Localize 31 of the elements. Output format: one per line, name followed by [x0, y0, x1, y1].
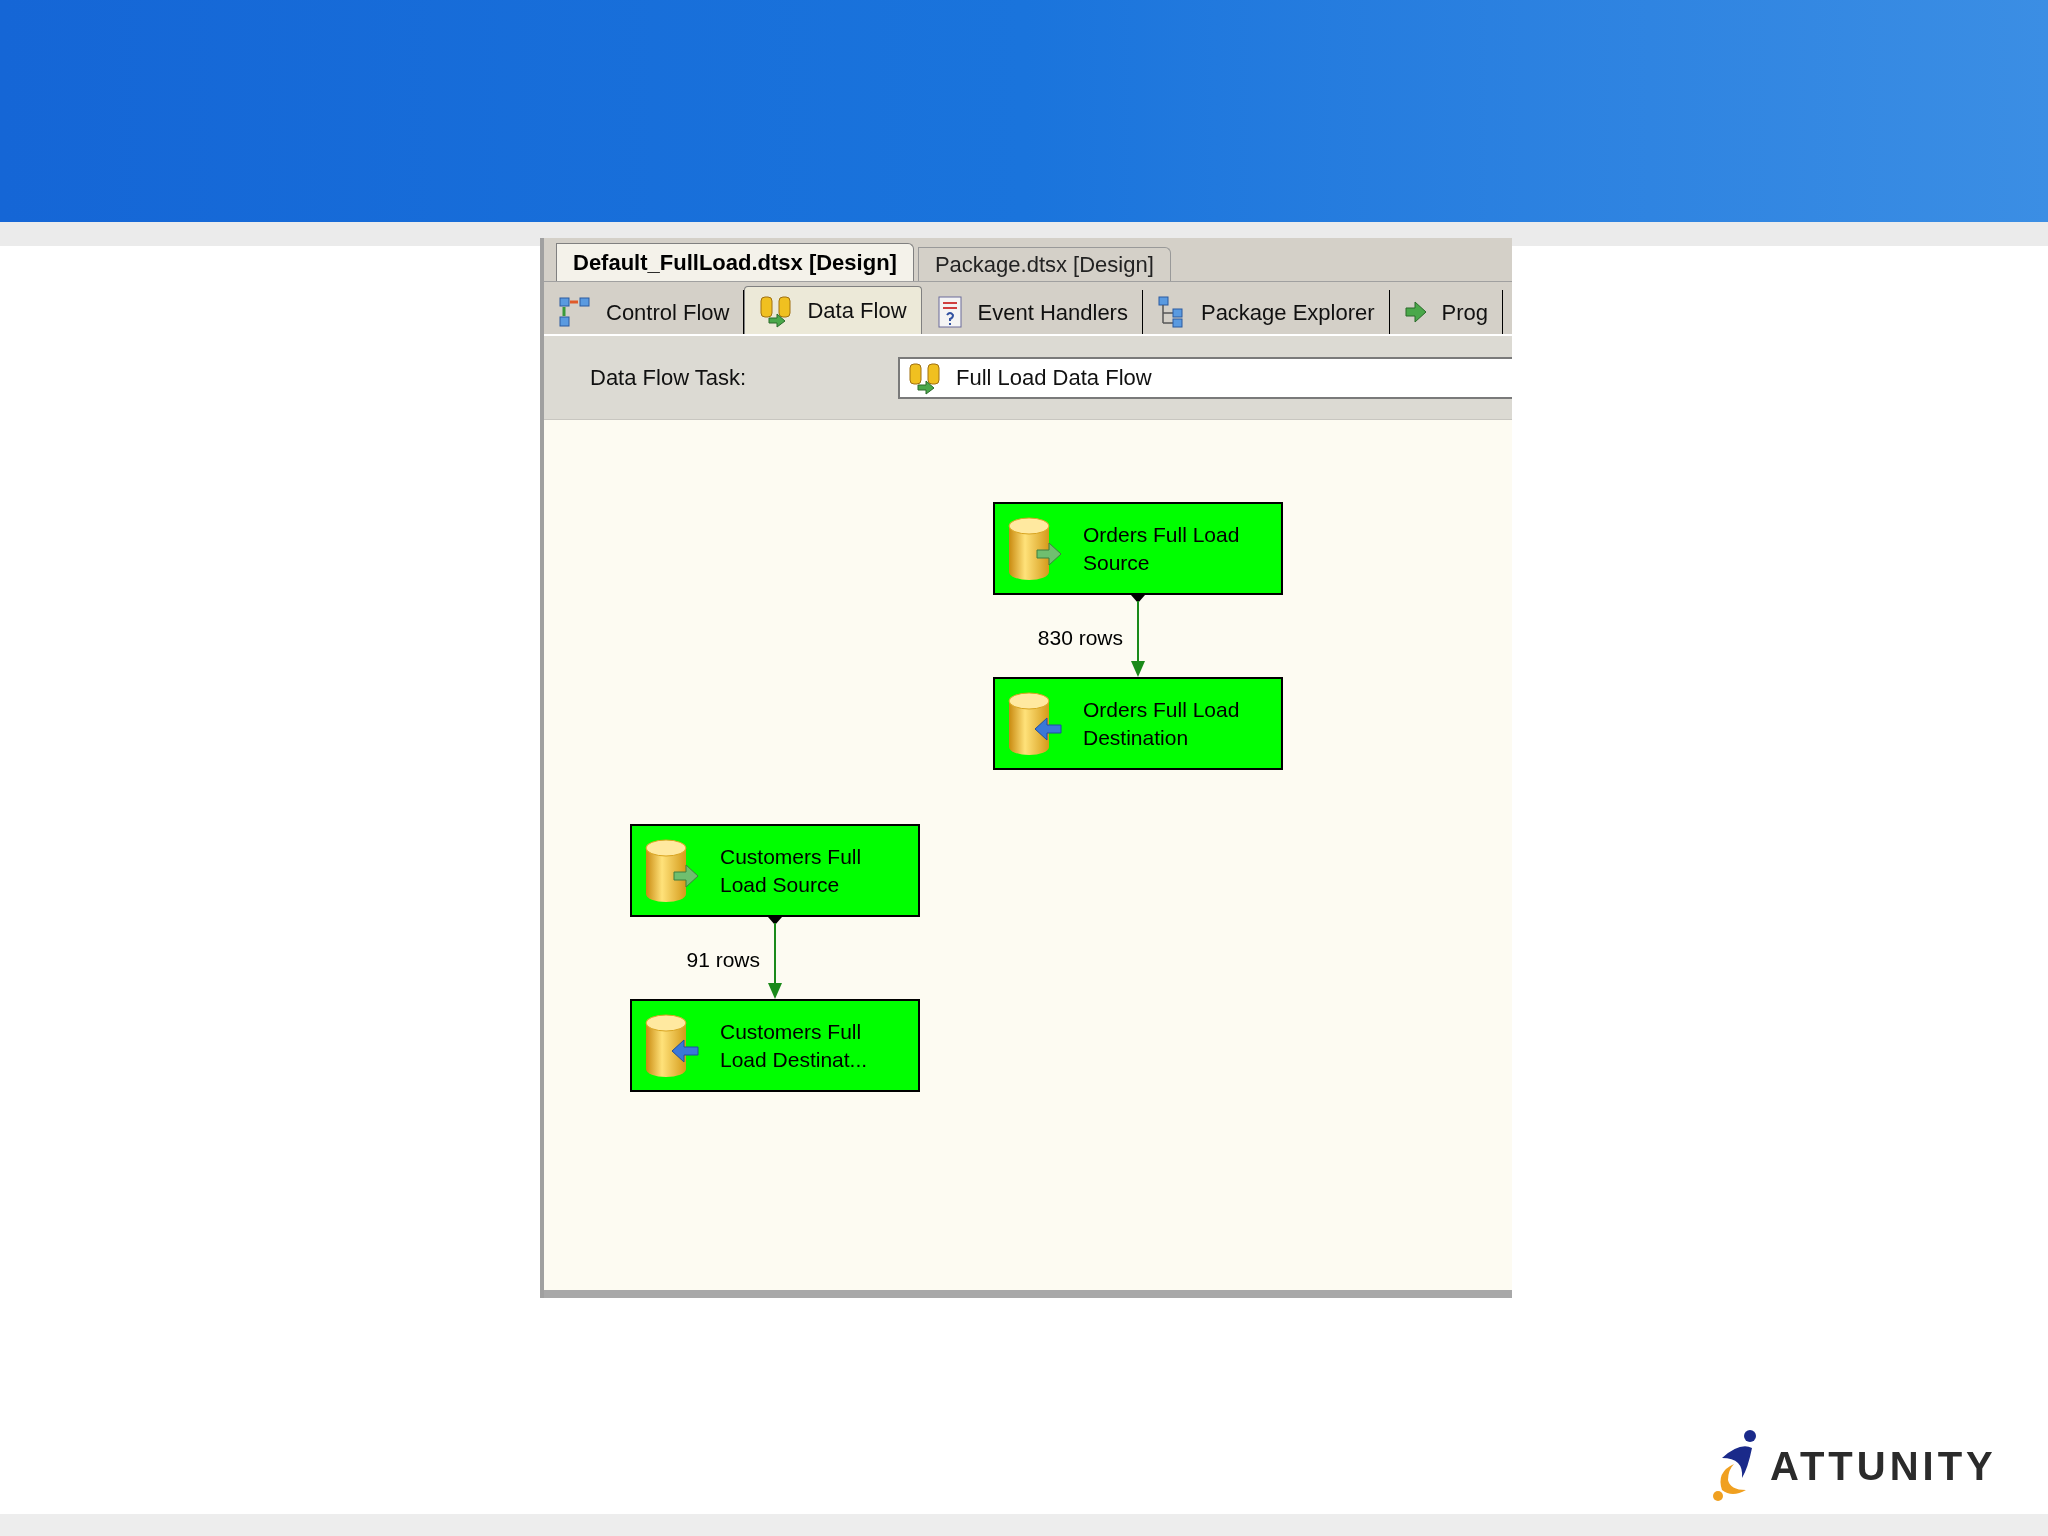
row-count-label: 830 rows [1036, 625, 1123, 651]
destination-component[interactable]: Customers Full Load Destinat... [630, 999, 920, 1092]
component-label: Orders Full Load Destination [1083, 696, 1241, 751]
designer-tab[interactable]: Prog [1389, 290, 1504, 334]
designer-tab[interactable]: Data Flow [744, 286, 922, 334]
document-tab[interactable]: Default_FullLoad.dtsx [Design] [556, 243, 914, 281]
row-count-label: 91 rows [685, 947, 760, 973]
designer-tab[interactable]: Event Handlers [921, 290, 1143, 334]
database-destination-icon [1007, 690, 1063, 757]
destination-component[interactable]: Orders Full Load Destination [993, 677, 1283, 770]
database-destination-icon [644, 1012, 700, 1079]
database-source-icon [644, 837, 700, 904]
component-label: Orders Full Load Source [1083, 521, 1241, 576]
document-tab[interactable]: Package.dtsx [Design] [917, 247, 1171, 281]
task-label: Data Flow Task: [590, 364, 748, 392]
source-component[interactable]: Customers Full Load Source [630, 824, 920, 917]
event-list-icon [935, 295, 964, 329]
task-dropdown[interactable]: Full Load Data Flow [898, 356, 1512, 399]
designer-tab[interactable]: Control Flow [544, 290, 745, 334]
data-path-arrow[interactable] [765, 917, 785, 999]
arrow-icon [1403, 300, 1428, 324]
source-component[interactable]: Orders Full Load Source [993, 502, 1283, 595]
data-flow-icon [759, 293, 794, 328]
database-source-icon [1007, 515, 1063, 582]
component-label: Customers Full Load Source [720, 843, 863, 898]
data-path-arrow[interactable] [1128, 595, 1148, 677]
data-flow-icon [908, 360, 942, 395]
designer-tab[interactable]: Package Explorer [1142, 290, 1390, 334]
logo-text: ATTUNITY [1770, 1443, 1997, 1490]
flow-chart-icon [558, 296, 592, 328]
component-label: Customers Full Load Destinat... [720, 1018, 869, 1073]
